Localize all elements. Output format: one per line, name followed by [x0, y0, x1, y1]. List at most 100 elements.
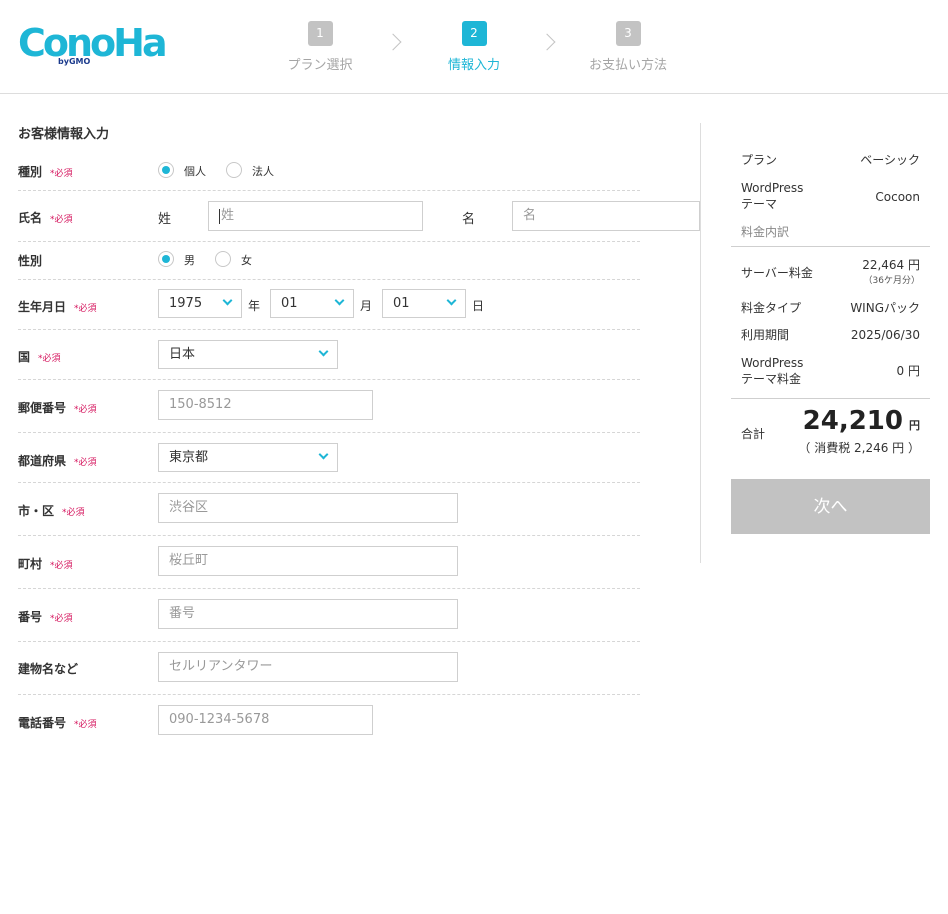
step-number: 3 — [615, 21, 641, 46]
field-label: 種別 *必須 — [18, 165, 73, 179]
summary-theme-fee: WordPress テーマ料金 0 円 — [731, 355, 930, 389]
row-prefecture: 都道府県 *必須 東京都 — [18, 433, 640, 483]
theme-value: Cocoon — [875, 190, 920, 204]
fee-type-value: WINGパック — [850, 301, 920, 315]
step-plan-select: 1 プラン選択 — [260, 21, 380, 73]
summary-breakdown-heading: 料金内訳 — [731, 224, 930, 240]
row-phone: 電話番号 *必須 090-1234-5678 — [18, 695, 640, 745]
last-name-input[interactable]: 姓 — [208, 201, 423, 231]
field-label: 都道府県 *必須 — [18, 454, 97, 468]
required-mark: *必須 — [50, 169, 73, 179]
field-label: 郵便番号 *必須 — [18, 401, 97, 415]
first-name-input[interactable]: 名 — [512, 201, 700, 231]
row-postal: 郵便番号 *必須 150-8512 — [18, 380, 640, 433]
required-mark: *必須 — [74, 405, 97, 415]
town-input[interactable]: 桜丘町 — [158, 546, 458, 576]
chevron-down-icon — [334, 295, 345, 306]
first-name-label: 名 — [462, 212, 476, 227]
required-mark: *必須 — [38, 354, 61, 364]
birth-day-select[interactable]: 01 — [382, 289, 466, 318]
required-mark: *必須 — [74, 458, 97, 468]
step-number: 2 — [461, 21, 487, 46]
field-label: 市・区 *必須 — [18, 504, 85, 518]
chevron-right-icon — [538, 33, 556, 51]
step-payment: 3 お支払い方法 — [568, 21, 688, 73]
row-city: 市・区 *必須 渋谷区 — [18, 483, 640, 536]
conoha-logo[interactable]: ConoHa byGMO — [18, 21, 168, 66]
field-label: 町村 *必須 — [18, 557, 73, 571]
radio-male[interactable] — [158, 251, 174, 267]
birth-year-select[interactable]: 1975 — [158, 289, 242, 318]
field-label: 番号 *必須 — [18, 610, 73, 624]
theme-fee-label: WordPress テーマ料金 — [741, 356, 804, 386]
radio-label-female: 女 — [241, 254, 252, 267]
required-mark: *必須 — [62, 508, 85, 518]
row-birthday: 生年月日 *必須 1975 年 01 月 01 日 — [18, 280, 640, 330]
logo-sub: byGMO — [58, 57, 91, 66]
phone-input[interactable]: 090-1234-5678 — [158, 705, 373, 735]
chevron-down-icon — [222, 295, 233, 306]
theme-fee-value: 0 円 — [896, 364, 920, 378]
form-title: お客様情報入力 — [18, 127, 110, 142]
period-label: 利用期間 — [741, 328, 790, 342]
next-button[interactable]: 次へ — [731, 479, 930, 534]
field-label: 建物名など — [18, 662, 79, 676]
required-mark: *必須 — [74, 720, 97, 730]
header: ConoHa byGMO 1 プラン選択 2 情報入力 3 お支払い方法 — [0, 0, 948, 94]
radio-label-male: 男 — [184, 254, 195, 267]
step-number: 1 — [307, 21, 333, 46]
step-label: 情報入力 — [447, 58, 500, 73]
required-mark: *必須 — [50, 614, 73, 624]
row-town: 町村 *必須 桜丘町 — [18, 536, 640, 589]
summary-server-fee: サーバー料金 22,464 円（36ケ月分） — [731, 257, 930, 291]
prefecture-select[interactable]: 東京都 — [158, 443, 338, 472]
logo-text: ConoHa — [18, 21, 168, 65]
row-gender: 性別 男 女 — [18, 242, 640, 280]
summary-theme: WordPress テーマ Cocoon — [731, 180, 930, 214]
birth-month-select[interactable]: 01 — [270, 289, 354, 318]
field-label: 電話番号 *必須 — [18, 716, 97, 730]
address-number-input[interactable]: 番号 — [158, 599, 458, 629]
theme-label: WordPress テーマ — [741, 181, 804, 211]
field-label: 生年月日 *必須 — [18, 300, 97, 314]
row-country: 国 *必須 日本 — [18, 330, 640, 380]
step-info-input: 2 情報入力 — [414, 21, 534, 73]
server-fee-label: サーバー料金 — [741, 266, 813, 280]
chevron-down-icon — [318, 346, 329, 357]
row-address-number: 番号 *必須 番号 — [18, 589, 640, 642]
summary-total: 合計 24,210 円 （ 消費税 2,246 円 ） — [731, 405, 930, 461]
step-label: お支払い方法 — [588, 58, 667, 73]
required-mark: *必須 — [74, 304, 97, 314]
summary-divider — [731, 398, 930, 399]
summary-period: 利用期間 2025/06/30 — [731, 327, 930, 345]
postal-code-input[interactable]: 150-8512 — [158, 390, 373, 420]
month-unit: 月 — [360, 299, 373, 313]
field-label: 性別 — [18, 254, 43, 268]
divider — [700, 123, 701, 563]
year-unit: 年 — [248, 299, 261, 313]
row-name: 氏名 *必須 姓 姓 名 名 — [18, 191, 700, 242]
required-mark: *必須 — [50, 561, 73, 571]
total-amount: 24,210 円 — [802, 406, 920, 436]
summary-plan: プラン ベーシック — [731, 152, 930, 172]
field-label: 国 *必須 — [18, 350, 61, 364]
radio-label-corporate: 法人 — [252, 165, 274, 178]
step-label: プラン選択 — [287, 58, 353, 73]
radio-female[interactable] — [215, 251, 231, 267]
radio-individual[interactable] — [158, 162, 174, 178]
row-type: 種別 *必須 個人 法人 — [18, 150, 640, 191]
breakdown-label: 料金内訳 — [741, 225, 790, 239]
radio-corporate[interactable] — [226, 162, 242, 178]
country-select[interactable]: 日本 — [158, 340, 338, 369]
period-value: 2025/06/30 — [850, 328, 920, 342]
building-input[interactable]: セルリアンタワー — [158, 652, 458, 682]
server-fee-value: 22,464 円（36ケ月分） — [862, 258, 920, 286]
plan-label: プラン — [741, 153, 778, 167]
last-name-label: 姓 — [158, 212, 172, 227]
day-unit: 日 — [472, 299, 485, 313]
tax-note: （ 消費税 2,246 円 ） — [798, 441, 920, 455]
summary-fee-type: 料金タイプ WINGパック — [731, 300, 930, 318]
chevron-right-icon — [384, 33, 402, 51]
chevron-down-icon — [318, 449, 329, 460]
city-input[interactable]: 渋谷区 — [158, 493, 458, 523]
